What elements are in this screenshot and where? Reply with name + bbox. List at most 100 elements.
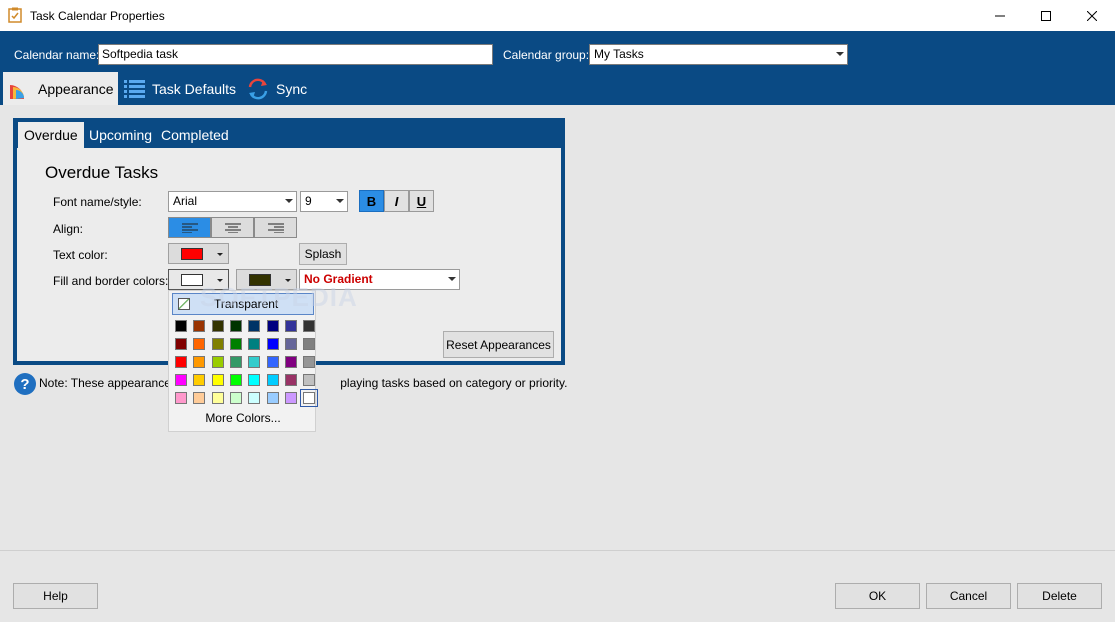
list-icon <box>124 79 146 99</box>
subtab-upcoming[interactable]: Upcoming <box>83 122 158 148</box>
splash-button[interactable]: Splash <box>299 243 347 265</box>
color-swatch[interactable] <box>175 338 187 350</box>
color-swatch[interactable] <box>193 392 206 404</box>
color-swatch[interactable] <box>229 320 242 332</box>
color-swatch[interactable] <box>229 338 242 350</box>
help-button[interactable]: Help <box>13 583 98 609</box>
color-swatch[interactable] <box>284 356 297 368</box>
color-swatch[interactable] <box>248 374 261 386</box>
clipboard-check-icon <box>8 7 22 23</box>
align-right-icon <box>267 223 284 233</box>
color-swatch[interactable] <box>175 356 187 368</box>
tab-sync[interactable]: Sync <box>246 72 316 105</box>
watermark-text: SOFTPEDIA <box>200 282 358 312</box>
color-swatch[interactable] <box>211 356 224 368</box>
color-swatch[interactable] <box>175 374 187 386</box>
chevron-down-icon <box>836 52 844 56</box>
color-swatch[interactable] <box>193 320 206 332</box>
color-swatch[interactable] <box>266 392 279 404</box>
section-title: Overdue Tasks <box>45 163 159 182</box>
color-swatch[interactable] <box>266 338 279 350</box>
chevron-down-icon <box>217 253 223 256</box>
color-swatch[interactable] <box>266 356 279 368</box>
color-swatch[interactable] <box>303 338 316 350</box>
close-icon <box>1087 10 1097 21</box>
appearance-icon <box>8 77 32 101</box>
title-bar: Task Calendar Properties <box>0 0 1115 31</box>
sync-icon <box>246 78 270 100</box>
color-swatch[interactable] <box>211 320 224 332</box>
color-swatch[interactable] <box>229 356 242 368</box>
color-swatch[interactable] <box>303 374 316 386</box>
delete-button[interactable]: Delete <box>1017 583 1102 609</box>
align-center-button[interactable] <box>211 217 254 238</box>
color-swatch[interactable] <box>248 320 261 332</box>
color-swatch[interactable] <box>211 374 224 386</box>
window-title: Task Calendar Properties <box>30 9 165 23</box>
align-label: Align: <box>53 222 84 236</box>
bold-button[interactable]: B <box>359 190 384 212</box>
subtab-overdue[interactable]: Overdue <box>18 122 84 148</box>
color-swatch[interactable] <box>175 392 187 404</box>
subtab-completed[interactable]: Completed <box>155 122 235 148</box>
font-name-select[interactable]: Arial <box>168 191 297 212</box>
maximize-icon <box>1041 10 1051 21</box>
minimize-button[interactable] <box>977 0 1023 31</box>
color-swatch[interactable] <box>284 320 297 332</box>
tab-sync-label: Sync <box>276 80 308 97</box>
color-swatch[interactable] <box>211 392 224 404</box>
font-label: Font name/style: <box>53 195 142 209</box>
color-swatch[interactable] <box>229 392 242 404</box>
font-size-select[interactable]: 9 <box>300 191 348 212</box>
tab-task-defaults[interactable]: Task Defaults <box>124 72 239 105</box>
text-color-label: Text color: <box>53 248 108 262</box>
color-swatch[interactable] <box>248 392 261 404</box>
color-swatch[interactable] <box>193 338 206 350</box>
close-button[interactable] <box>1069 0 1115 31</box>
underline-button[interactable]: U <box>409 190 434 212</box>
color-swatch[interactable] <box>193 356 206 368</box>
transparent-swatch-icon <box>178 298 190 310</box>
more-colors-link[interactable]: More Colors... <box>169 411 317 425</box>
chevron-down-icon <box>336 199 344 203</box>
color-swatch[interactable] <box>303 320 316 332</box>
reset-appearances-button[interactable]: Reset Appearances <box>443 331 554 358</box>
cancel-button[interactable]: Cancel <box>926 583 1011 609</box>
font-size-value: 9 <box>305 194 312 208</box>
ok-button[interactable]: OK <box>835 583 920 609</box>
color-swatch[interactable] <box>175 320 187 332</box>
align-right-button[interactable] <box>254 217 297 238</box>
color-swatch[interactable] <box>266 374 279 386</box>
align-left-button[interactable] <box>168 217 211 238</box>
align-left-icon <box>181 223 198 233</box>
font-name-value: Arial <box>173 194 198 208</box>
italic-button[interactable]: I <box>384 190 409 212</box>
minimize-icon <box>995 15 1005 16</box>
calendar-name-input[interactable]: Softpedia task <box>98 44 493 65</box>
color-swatch[interactable] <box>266 320 279 332</box>
color-swatch[interactable] <box>248 338 261 350</box>
text-color-swatch <box>181 248 203 260</box>
color-swatch[interactable] <box>248 356 261 368</box>
color-swatch[interactable] <box>193 374 206 386</box>
align-center-icon <box>224 223 241 233</box>
text-color-picker[interactable] <box>168 243 229 264</box>
color-swatch[interactable] <box>284 338 297 350</box>
chevron-down-icon <box>285 199 293 203</box>
color-swatch[interactable] <box>303 356 316 368</box>
color-swatch[interactable] <box>284 374 297 386</box>
color-swatch[interactable] <box>211 338 224 350</box>
tab-appearance-label: Appearance <box>38 80 114 97</box>
color-swatch[interactable] <box>284 392 297 404</box>
color-swatch[interactable] <box>300 389 319 407</box>
calendar-group-select[interactable]: My Tasks <box>589 44 848 65</box>
maximize-button[interactable] <box>1023 0 1069 31</box>
color-swatch[interactable] <box>229 374 242 386</box>
tab-appearance[interactable]: Appearance <box>3 72 118 105</box>
fill-border-label: Fill and border colors: <box>53 274 169 288</box>
chevron-down-icon <box>448 277 456 281</box>
tab-task-defaults-label: Task Defaults <box>152 80 237 97</box>
calendar-group-label: Calendar group: <box>503 48 590 62</box>
calendar-name-label: Calendar name: <box>14 48 100 62</box>
help-circle-icon: ? <box>14 373 36 395</box>
